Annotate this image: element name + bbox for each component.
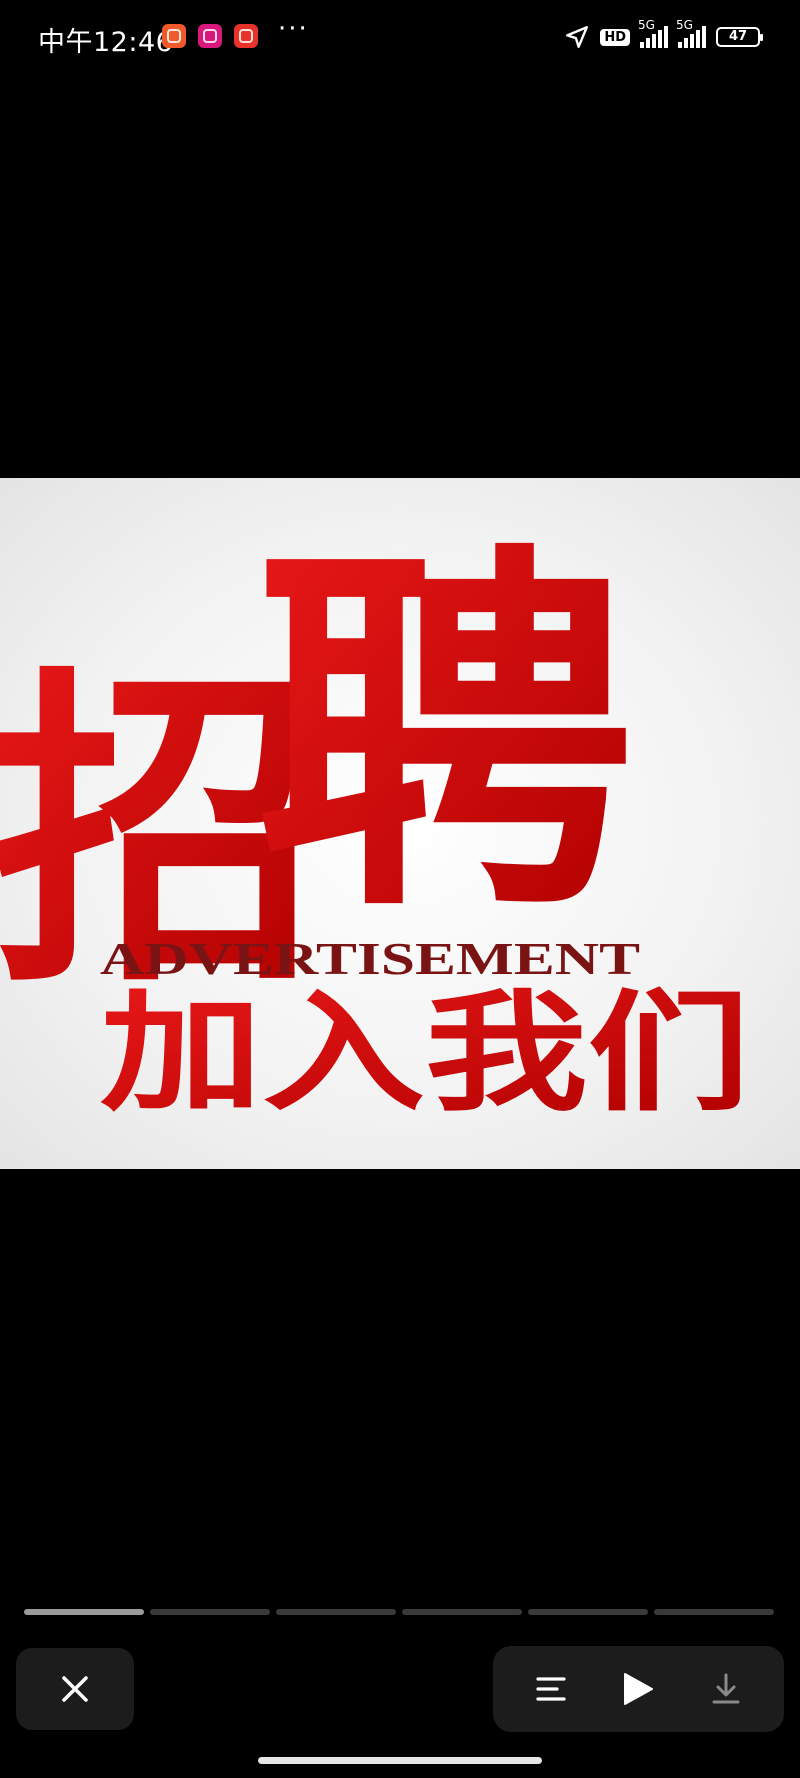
recruitment-poster-image: 招 聘 ADVERTISEMENT 加入我们 xyxy=(0,478,800,1169)
app-notification-icon xyxy=(198,24,222,48)
status-bar: 中午12:46 ··· HD 5G 5G 47 xyxy=(0,0,800,72)
progress-segment xyxy=(528,1609,648,1615)
signal-icon: 5G xyxy=(638,18,668,48)
progress-segment xyxy=(654,1609,774,1615)
battery-icon: 47 xyxy=(716,27,763,47)
status-time: 中午12:46 xyxy=(38,27,174,58)
location-icon xyxy=(566,26,589,48)
progress-segment xyxy=(276,1609,396,1615)
close-icon xyxy=(62,1676,88,1702)
status-indicators: HD 5G 5G 47 xyxy=(564,18,763,52)
hd-voice-icon: HD xyxy=(600,28,630,46)
play-icon xyxy=(624,1673,654,1705)
download-icon xyxy=(712,1673,740,1704)
media-controls xyxy=(493,1646,784,1732)
progress-segment xyxy=(24,1609,144,1615)
play-button[interactable] xyxy=(616,1667,660,1711)
list-button[interactable] xyxy=(529,1667,573,1711)
progress-segment xyxy=(402,1609,522,1615)
home-indicator[interactable] xyxy=(258,1757,542,1764)
story-progress xyxy=(24,1609,774,1615)
poster-title-right: 聘 xyxy=(255,515,635,958)
app-notification-icon xyxy=(162,24,186,48)
list-icon xyxy=(536,1677,566,1701)
signal-icon: 5G xyxy=(676,18,706,48)
progress-segment xyxy=(150,1609,270,1615)
close-button[interactable] xyxy=(16,1648,134,1730)
more-notifications-icon: ··· xyxy=(278,14,309,44)
notification-icons xyxy=(162,24,258,48)
poster-graphic: 招 聘 ADVERTISEMENT 加入我们 xyxy=(0,515,750,1129)
poster-subtitle-cn: 加入我们 xyxy=(100,977,750,1129)
app-notification-icon xyxy=(234,24,258,48)
download-button[interactable] xyxy=(704,1667,748,1711)
